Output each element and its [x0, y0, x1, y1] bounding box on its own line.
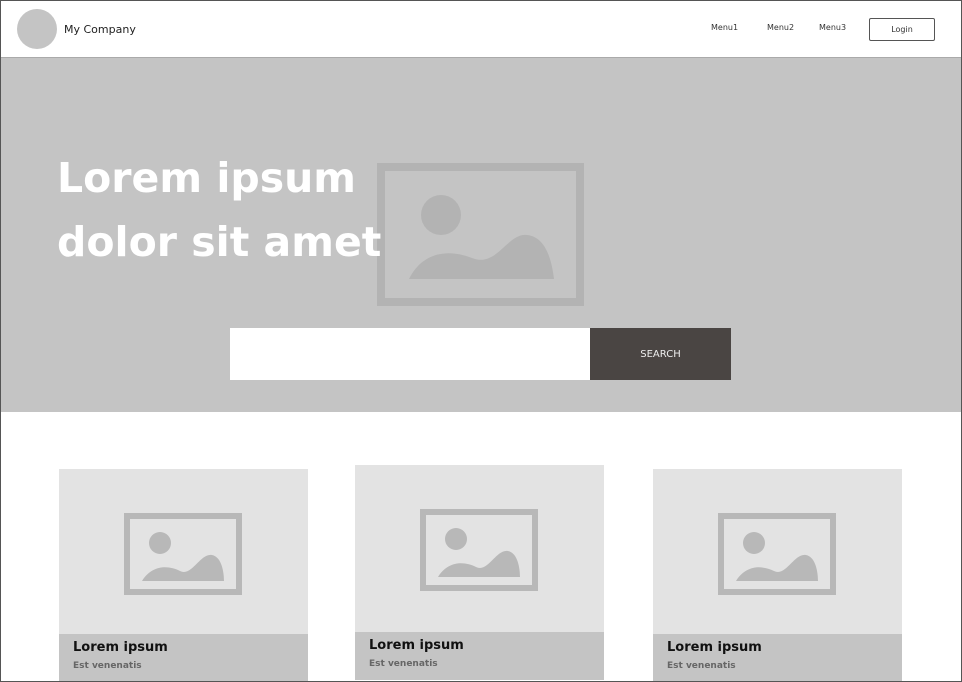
menu-item-2[interactable]: Menu2 [767, 23, 794, 32]
card[interactable]: Lorem ipsum Est venenatis [355, 465, 604, 680]
card-caption: Lorem ipsum Est venenatis [355, 632, 604, 680]
company-name: My Company [64, 23, 136, 36]
login-button[interactable]: Login [869, 18, 935, 41]
logo[interactable] [17, 9, 57, 49]
card-caption: Lorem ipsum Est venenatis [653, 634, 902, 682]
hero: Lorem ipsum dolor sit amet SEARCH [0, 58, 962, 412]
search-button[interactable]: SEARCH [590, 328, 731, 380]
card[interactable]: Lorem ipsum Est venenatis [59, 469, 308, 682]
card-subtitle: Est venenatis [73, 661, 142, 671]
image-placeholder-icon [718, 513, 836, 595]
card-title: Lorem ipsum [73, 640, 168, 655]
hero-title: Lorem ipsum dolor sit amet [57, 154, 382, 266]
card-subtitle: Est venenatis [369, 659, 438, 669]
header: My Company Menu1 Menu2 Menu3 Login [0, 0, 962, 58]
menu-item-1[interactable]: Menu1 [711, 23, 738, 32]
image-placeholder-icon [420, 509, 538, 591]
card-title: Lorem ipsum [369, 638, 464, 653]
search-input[interactable] [230, 328, 590, 380]
card-title: Lorem ipsum [667, 640, 762, 655]
image-placeholder-icon [377, 163, 584, 306]
card-caption: Lorem ipsum Est venenatis [59, 634, 308, 682]
card[interactable]: Lorem ipsum Est venenatis [653, 469, 902, 682]
menu-item-3[interactable]: Menu3 [819, 23, 846, 32]
card-subtitle: Est venenatis [667, 661, 736, 671]
image-placeholder-icon [124, 513, 242, 595]
